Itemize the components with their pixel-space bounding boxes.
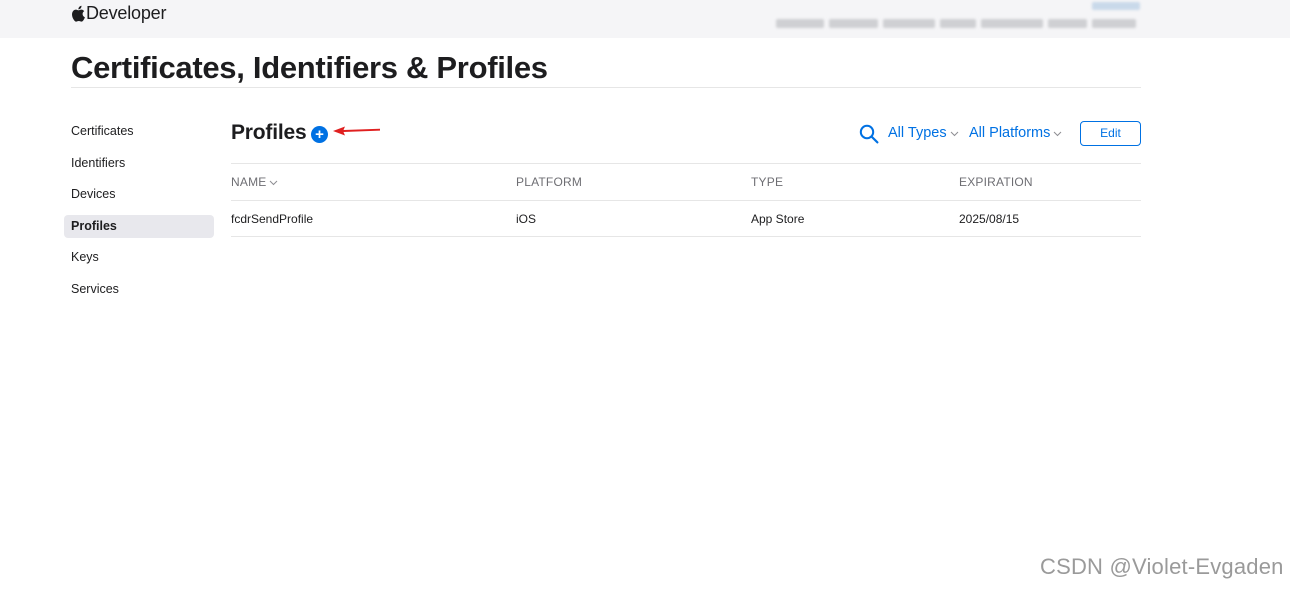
red-arrow-annotation [333, 126, 380, 136]
profile-name[interactable]: fcdrSendProfile [231, 201, 313, 236]
column-header-name[interactable]: NAME [231, 164, 278, 200]
column-header-platform: PLATFORM [516, 175, 583, 189]
global-nav: Developer [0, 0, 1290, 38]
table-header: NAME PLATFORM TYPE EXPIRATION [231, 163, 1141, 200]
add-profile-button[interactable]: + [311, 126, 328, 143]
chevron-down-icon [270, 180, 278, 186]
search-icon[interactable] [859, 124, 879, 144]
sidebar-item-certificates[interactable]: Certificates [64, 120, 214, 143]
platform-filter-dropdown[interactable]: All Platforms [969, 125, 1062, 141]
edit-button[interactable]: Edit [1080, 121, 1141, 146]
blurred-account-info [1092, 2, 1140, 10]
platform-filter-label: All Platforms [969, 125, 1051, 141]
apple-logo-icon [71, 5, 85, 22]
developer-logo[interactable]: Developer [71, 3, 166, 23]
column-header-label: NAME [231, 175, 267, 189]
profile-type: App Store [751, 211, 805, 226]
profile-expiration: 2025/08/15 [959, 211, 1020, 226]
sidebar-item-profiles[interactable]: Profiles [64, 214, 214, 238]
type-filter-label: All Types [888, 125, 947, 141]
chevron-down-icon [950, 131, 958, 137]
table-row[interactable]: fcdrSendProfile iOS App Store 2025/08/15 [231, 200, 1141, 237]
watermark: CSDN @Violet-Evgaden [1040, 554, 1284, 579]
sidebar: Certificates Identifiers Devices Profile… [64, 120, 214, 310]
sidebar-item-identifiers[interactable]: Identifiers [64, 152, 214, 175]
sidebar-item-devices[interactable]: Devices [64, 183, 214, 206]
column-header-expiration: EXPIRATION [959, 175, 1033, 189]
plus-icon: + [315, 126, 324, 143]
profiles-table: NAME PLATFORM TYPE EXPIRATION fcdrSendPr… [231, 163, 1141, 237]
chevron-down-icon [1054, 131, 1062, 137]
brand-label: Developer [86, 2, 167, 23]
type-filter-dropdown[interactable]: All Types [888, 125, 959, 141]
column-header-type: TYPE [751, 175, 784, 189]
sidebar-item-services[interactable]: Services [64, 278, 214, 301]
section-title: Profiles [231, 121, 307, 144]
blurred-account-info [776, 14, 1136, 32]
page-title: Certificates, Identifiers & Profiles [71, 50, 548, 85]
profile-platform: iOS [516, 211, 537, 226]
divider [71, 87, 1141, 88]
sidebar-item-keys[interactable]: Keys [64, 246, 214, 269]
